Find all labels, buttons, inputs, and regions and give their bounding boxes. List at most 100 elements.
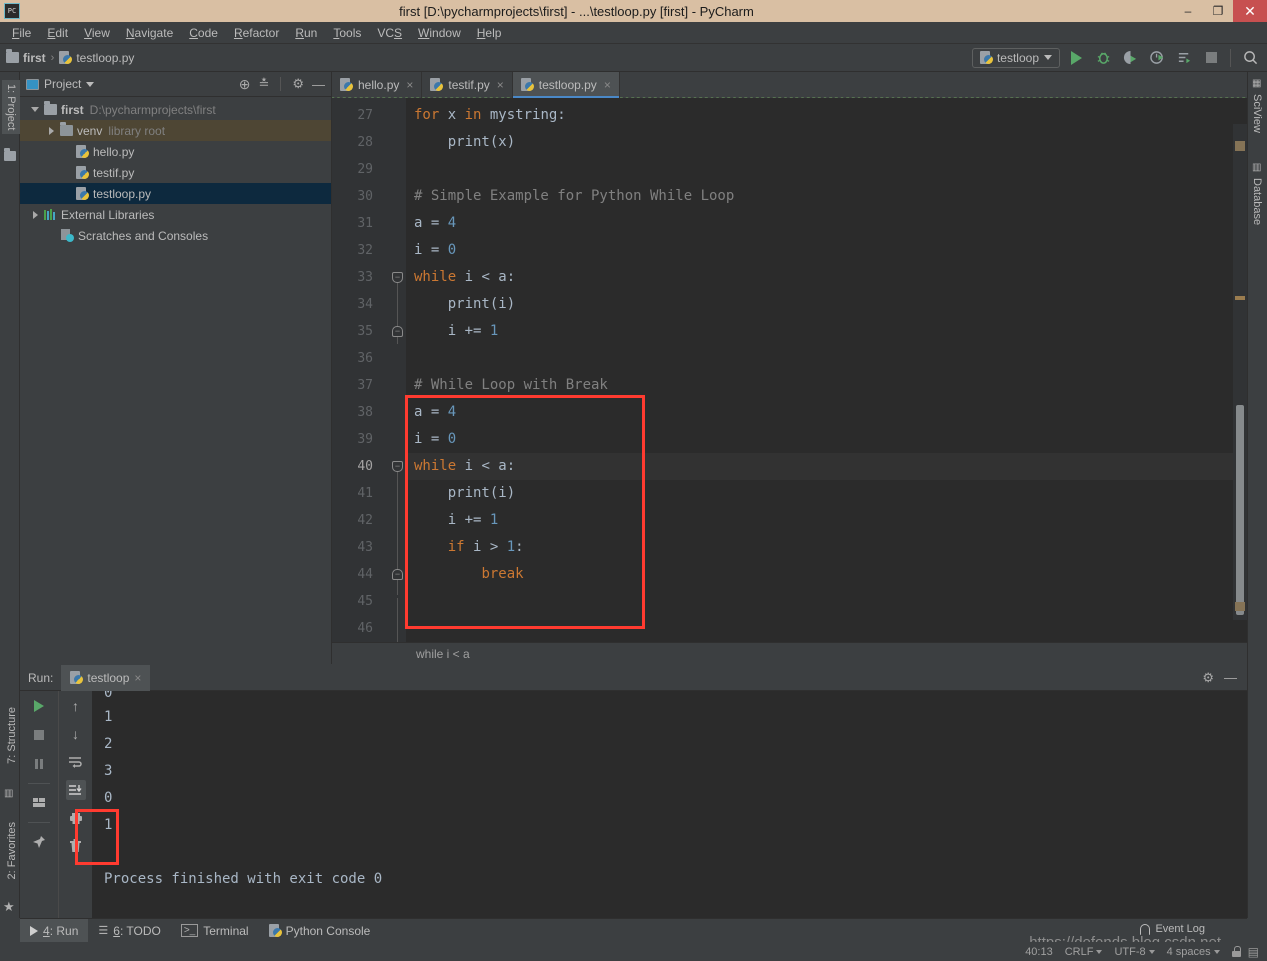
settings-gear-icon[interactable]: ⚙ bbox=[1202, 670, 1214, 686]
chevron-right-icon[interactable] bbox=[44, 126, 58, 135]
lock-icon[interactable] bbox=[1231, 946, 1241, 957]
code-line[interactable]: print(i) bbox=[406, 480, 1247, 507]
menu-item-navigate[interactable]: Navigate bbox=[118, 24, 181, 42]
code-line[interactable]: print(i) bbox=[406, 291, 1247, 318]
tree-node-venv[interactable]: venv library root bbox=[20, 120, 331, 141]
encoding-selector[interactable]: UTF-8 bbox=[1114, 946, 1155, 958]
code-line[interactable] bbox=[406, 588, 1247, 615]
menu-item-view[interactable]: View bbox=[76, 24, 118, 42]
editor-tab-testif-py[interactable]: testif.py × bbox=[422, 72, 513, 98]
sidebar-item-structure[interactable]: 7: Structure bbox=[3, 704, 21, 767]
up-arrow-button[interactable]: ↑ bbox=[66, 696, 86, 716]
indent-selector[interactable]: 4 spaces bbox=[1167, 946, 1220, 958]
sidebar-item-project[interactable]: 1: Project bbox=[2, 80, 20, 135]
print-button[interactable] bbox=[66, 808, 86, 828]
code-line[interactable] bbox=[406, 615, 1247, 642]
code-line[interactable]: a = 4 bbox=[406, 210, 1247, 237]
code-editor[interactable]: 27 28 29 30 31 32 33 34 35 36 37 38 39 40 41 42 43 44 45 46… bbox=[332, 98, 1247, 642]
close-icon[interactable]: × bbox=[406, 78, 413, 92]
tree-node-hello-py[interactable]: hello.py bbox=[20, 141, 331, 162]
close-button[interactable]: ✕ bbox=[1233, 0, 1267, 22]
menu-item-window[interactable]: Window bbox=[410, 24, 469, 42]
run-tab-testloop[interactable]: testloop × bbox=[61, 664, 151, 691]
scroll-to-end-button[interactable] bbox=[65, 780, 86, 800]
fold-end-icon[interactable]: − bbox=[392, 569, 403, 580]
debug-button[interactable] bbox=[1092, 47, 1114, 69]
tool-window-button-terminal[interactable]: >_ Terminal bbox=[171, 919, 259, 943]
code-line[interactable]: while i < a: bbox=[406, 264, 1247, 291]
pin-tab-button[interactable] bbox=[29, 832, 49, 852]
tree-node-testloop-py[interactable]: testloop.py bbox=[20, 183, 331, 204]
code-line[interactable]: i += 1 bbox=[406, 507, 1247, 534]
tool-window-button-run[interactable]: 4: Run bbox=[20, 918, 89, 943]
run-anything-button[interactable] bbox=[1173, 47, 1195, 69]
menu-item-help[interactable]: Help bbox=[469, 24, 510, 42]
menu-item-run[interactable]: Run bbox=[287, 24, 325, 42]
menu-item-edit[interactable]: Edit bbox=[39, 24, 76, 42]
code-line[interactable]: # Simple Example for Python While Loop bbox=[406, 183, 1247, 210]
close-icon[interactable]: × bbox=[497, 78, 504, 92]
tree-node-scratches-and-consoles[interactable]: Scratches and Consoles bbox=[20, 225, 331, 246]
code-text[interactable]: for x in mystring: print(x) # Simple Exa… bbox=[406, 98, 1247, 642]
tree-node-first[interactable]: first D:\pycharmprojects\first bbox=[20, 99, 331, 120]
down-arrow-button[interactable]: ↓ bbox=[66, 724, 86, 744]
tree-node-external-libraries[interactable]: External Libraries bbox=[20, 204, 331, 225]
caret-position[interactable]: 40:13 bbox=[1025, 946, 1053, 958]
editor-tab-hello-py[interactable]: hello.py × bbox=[332, 72, 423, 98]
minimize-button[interactable]: – bbox=[1173, 0, 1203, 22]
run-configuration-selector[interactable]: testloop bbox=[971, 47, 1060, 68]
menu-item-vcs[interactable]: VCS bbox=[369, 24, 410, 42]
line-separator-selector[interactable]: CRLF bbox=[1065, 946, 1103, 958]
editor-tab-testloop-py[interactable]: testloop.py × bbox=[512, 72, 620, 98]
code-line[interactable]: while i < a: bbox=[406, 453, 1247, 480]
fold-end-icon[interactable]: − bbox=[392, 326, 403, 337]
fold-gutter[interactable]: − − − − bbox=[380, 98, 406, 642]
code-line[interactable]: break bbox=[406, 561, 1247, 588]
pause-output-button[interactable] bbox=[29, 754, 49, 774]
code-line[interactable]: # While Loop with Break bbox=[406, 372, 1247, 399]
tool-window-button-python-console[interactable]: Python Console bbox=[259, 919, 381, 943]
editor-marker-bar[interactable] bbox=[1233, 124, 1247, 620]
layout-settings-button[interactable] bbox=[29, 793, 49, 813]
close-icon[interactable]: × bbox=[604, 78, 611, 92]
marker-warning[interactable] bbox=[1235, 602, 1245, 611]
code-line[interactable]: if i > 1: bbox=[406, 534, 1247, 561]
code-line[interactable]: a = 4 bbox=[406, 399, 1247, 426]
chevron-down-icon[interactable] bbox=[28, 107, 42, 112]
settings-gear-icon[interactable]: ⚙ bbox=[292, 76, 304, 92]
tool-window-button-todo[interactable]: ☰ 6: TODO bbox=[88, 919, 170, 943]
menu-item-refactor[interactable]: Refactor bbox=[226, 24, 287, 42]
code-line[interactable] bbox=[406, 345, 1247, 372]
code-line[interactable]: i += 1 bbox=[406, 318, 1247, 345]
code-line[interactable]: i = 0 bbox=[406, 237, 1247, 264]
maximize-button[interactable]: ❐ bbox=[1203, 0, 1233, 22]
soft-wrap-button[interactable] bbox=[66, 752, 86, 772]
project-tree[interactable]: first D:\pycharmprojects\first venv library… bbox=[20, 97, 331, 664]
chevron-right-icon[interactable] bbox=[28, 210, 42, 219]
sidebar-item-favorites[interactable]: 2: Favorites bbox=[3, 819, 21, 882]
rerun-button[interactable] bbox=[29, 696, 49, 716]
collapse-all-icon[interactable]: ≛ bbox=[258, 76, 269, 92]
console-output[interactable]: 0 1 2 3 0 1 Process finished with exit code 0 bbox=[92, 691, 1247, 918]
code-line[interactable] bbox=[406, 156, 1247, 183]
clear-all-button[interactable] bbox=[66, 836, 86, 856]
breadcrumb-item-file[interactable]: testloop.py bbox=[59, 50, 134, 65]
marker-warning[interactable] bbox=[1235, 296, 1245, 300]
sidebar-item-database[interactable]: Database bbox=[1251, 178, 1263, 225]
search-everywhere-button[interactable] bbox=[1239, 47, 1261, 69]
menu-item-code[interactable]: Code bbox=[181, 24, 226, 42]
locate-icon[interactable]: ⊕ bbox=[239, 76, 251, 93]
profile-button[interactable] bbox=[1146, 47, 1168, 69]
code-line[interactable]: for x in mystring: bbox=[406, 102, 1247, 129]
stop-button[interactable] bbox=[1200, 47, 1222, 69]
breadcrumb-item-project[interactable]: first bbox=[6, 49, 46, 65]
chevron-down-icon[interactable] bbox=[86, 81, 95, 87]
run-with-coverage-button[interactable] bbox=[1119, 47, 1141, 69]
code-line[interactable]: print(x) bbox=[406, 129, 1247, 156]
menu-item-file[interactable]: File bbox=[4, 24, 39, 42]
fold-collapse-icon[interactable]: − bbox=[392, 272, 403, 283]
fold-collapse-icon[interactable]: − bbox=[392, 461, 403, 472]
editor-scrollbar-thumb[interactable] bbox=[1236, 405, 1244, 615]
memory-indicator-icon[interactable]: ▤ bbox=[1248, 945, 1259, 959]
tree-node-testif-py[interactable]: testif.py bbox=[20, 162, 331, 183]
